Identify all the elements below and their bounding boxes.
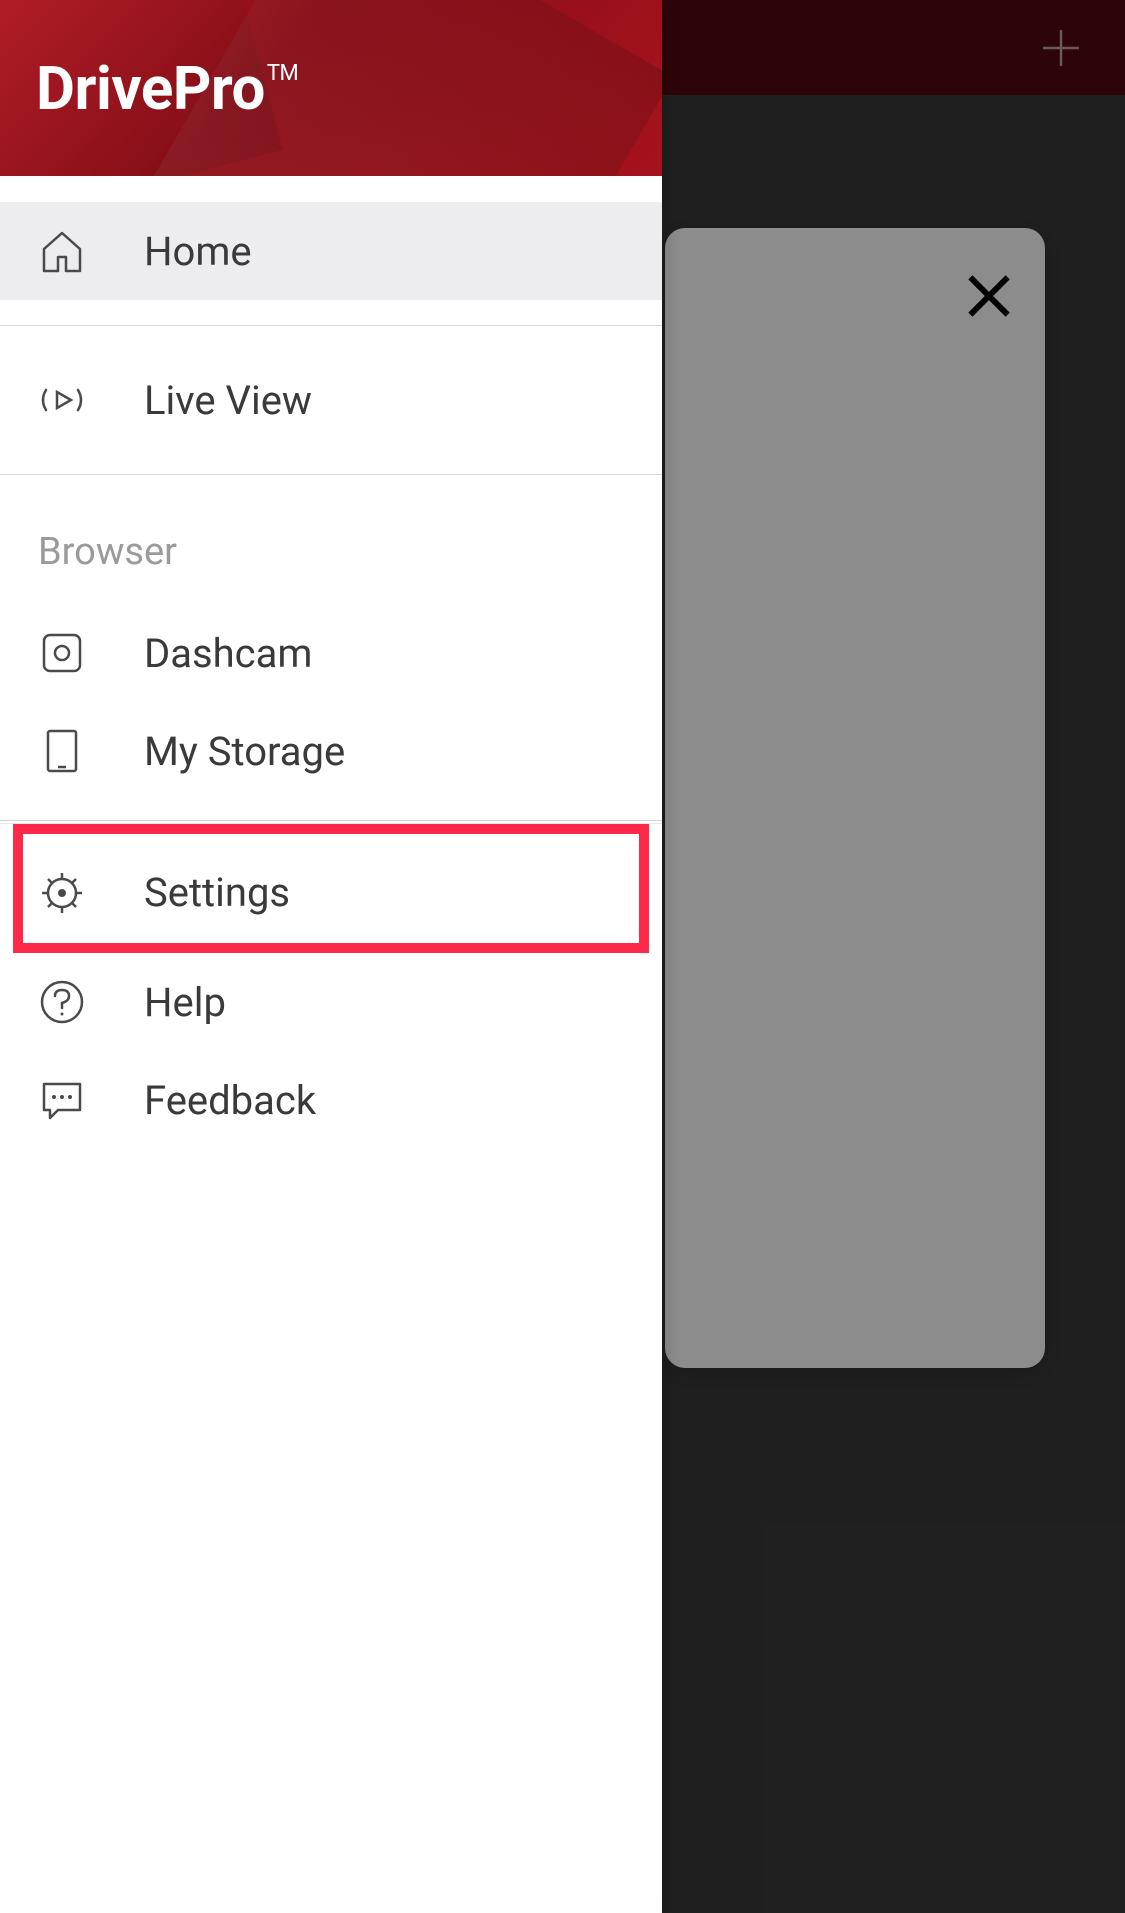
- menu-label-help: Help: [144, 979, 226, 1026]
- app-logo: DriveProTM: [36, 53, 296, 124]
- settings-icon: [38, 869, 86, 917]
- help-icon: [38, 978, 86, 1026]
- menu-item-settings[interactable]: Settings: [0, 824, 662, 953]
- menu-item-dashcam[interactable]: Dashcam: [0, 604, 662, 702]
- menu-list: Home Live View Browser Dashcam: [0, 202, 662, 1149]
- menu-label-settings: Settings: [144, 869, 290, 916]
- logo-tm: TM: [267, 61, 298, 86]
- storage-icon: [38, 727, 86, 775]
- menu-label-dashcam: Dashcam: [144, 630, 312, 677]
- menu-label-home: Home: [144, 228, 252, 275]
- dashcam-icon: [38, 629, 86, 677]
- menu-item-my-storage[interactable]: My Storage: [0, 702, 662, 800]
- logo-text: DrivePro: [36, 53, 265, 124]
- menu-label-live-view: Live View: [144, 377, 312, 424]
- section-header-browser: Browser: [0, 475, 662, 604]
- menu-item-home[interactable]: Home: [0, 202, 662, 300]
- menu-label-my-storage: My Storage: [144, 728, 345, 775]
- add-icon[interactable]: [1037, 24, 1085, 72]
- menu-item-feedback[interactable]: Feedback: [0, 1051, 662, 1149]
- feedback-icon: [38, 1076, 86, 1124]
- home-icon: [38, 227, 86, 275]
- menu-label-feedback: Feedback: [144, 1077, 316, 1124]
- separator: [0, 300, 662, 326]
- menu-item-live-view[interactable]: Live View: [0, 326, 662, 474]
- menu-item-help[interactable]: Help: [0, 953, 662, 1051]
- drawer-header: DriveProTM: [0, 0, 662, 176]
- live-view-icon: [38, 376, 86, 424]
- navigation-drawer: DriveProTM Home Live View Browser: [0, 0, 662, 1913]
